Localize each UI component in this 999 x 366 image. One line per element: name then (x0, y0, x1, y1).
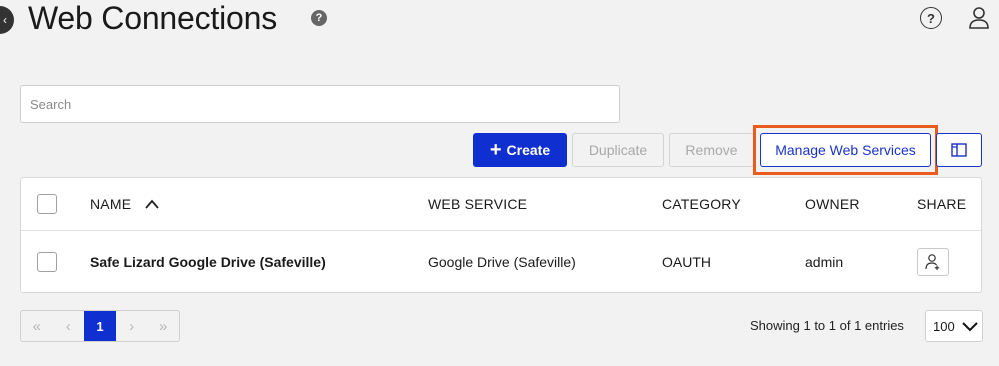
manage-web-services-button[interactable]: Manage Web Services (760, 133, 931, 167)
row-share-cell (917, 231, 949, 293)
pagination: « ‹ 1 › » (20, 310, 180, 342)
columns-toggle-button[interactable] (936, 133, 982, 167)
select-all-checkbox[interactable] (37, 194, 57, 214)
select-all-cell (37, 178, 57, 230)
user-icon[interactable] (968, 6, 990, 30)
create-button-label: Create (506, 142, 551, 158)
prev-page-button[interactable]: ‹ (53, 311, 85, 341)
plus-icon: + (489, 139, 502, 161)
row-category: OAUTH (662, 254, 711, 270)
column-header-name-label: NAME (90, 196, 132, 212)
chevron-down-icon (961, 322, 978, 332)
row-web-service: Google Drive (Safeville) (428, 254, 576, 270)
page-title: Web Connections (28, 0, 278, 36)
create-button[interactable]: + Create (473, 133, 567, 167)
row-name[interactable]: Safe Lizard Google Drive (Safeville) (90, 231, 326, 293)
share-user-icon (925, 254, 940, 270)
back-button[interactable]: ‹ (0, 6, 14, 34)
per-page-select[interactable]: 100 (925, 310, 983, 342)
row-select-cell (37, 231, 57, 293)
column-header-owner[interactable]: OWNER (805, 178, 860, 230)
columns-icon (951, 143, 967, 157)
search-input[interactable] (20, 85, 620, 123)
page-1-button[interactable]: 1 (84, 311, 116, 341)
column-header-web-service[interactable]: WEB SERVICE (428, 178, 527, 230)
table-row[interactable]: Safe Lizard Google Drive (Safeville) Goo… (21, 231, 981, 293)
help-icon[interactable]: ? (920, 7, 942, 29)
column-header-name[interactable]: NAME (90, 178, 160, 230)
column-header-share: SHARE (917, 196, 967, 212)
row-checkbox[interactable] (37, 252, 57, 272)
connections-table: NAME WEB SERVICE CATEGORY OWNER SHARE Sa… (20, 177, 982, 293)
remove-button[interactable]: Remove (669, 133, 754, 167)
per-page-value: 100 (933, 318, 955, 334)
row-owner: admin (805, 254, 844, 270)
next-page-button[interactable]: › (116, 311, 148, 341)
back-icon: ‹ (3, 13, 7, 27)
sort-ascending-icon (145, 199, 159, 209)
last-page-button[interactable]: » (147, 311, 179, 341)
first-page-button[interactable]: « (21, 311, 53, 341)
entries-summary: Showing 1 to 1 of 1 entries (750, 318, 904, 333)
table-header: NAME WEB SERVICE CATEGORY OWNER SHARE (21, 178, 981, 231)
duplicate-button[interactable]: Duplicate (572, 133, 664, 167)
title-help-icon[interactable]: ? (311, 10, 327, 26)
share-button[interactable] (917, 248, 949, 276)
column-header-category[interactable]: CATEGORY (662, 178, 741, 230)
